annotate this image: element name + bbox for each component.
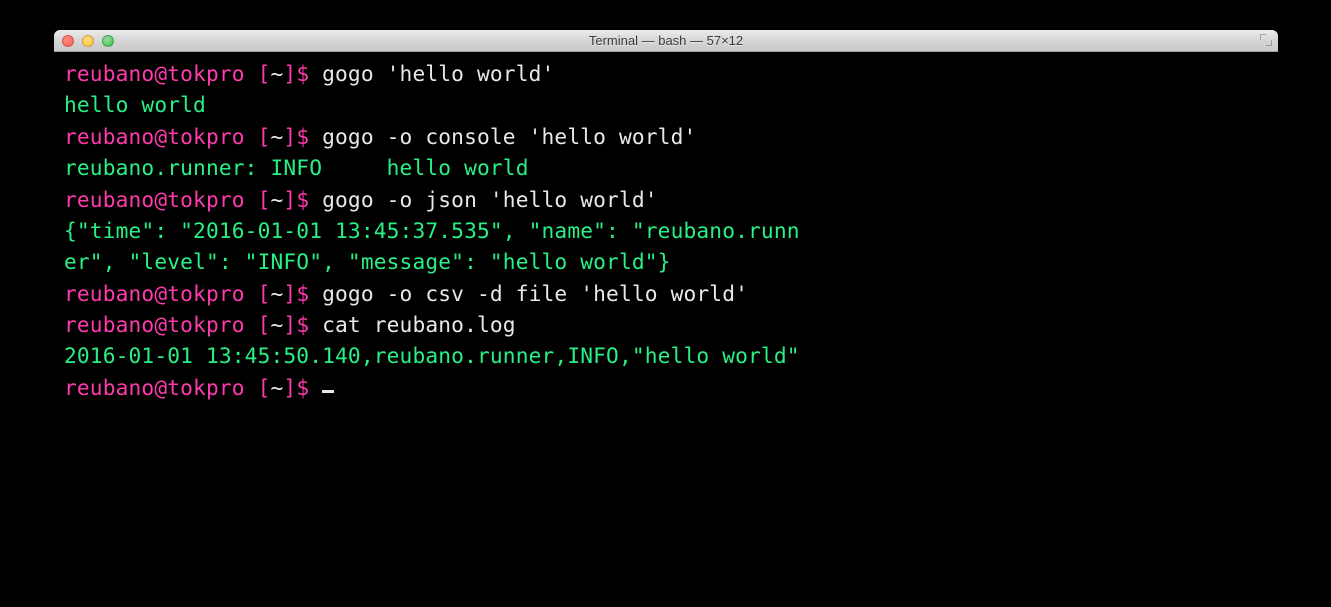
prompt-host: tokpro bbox=[167, 61, 244, 86]
minimize-icon[interactable] bbox=[82, 35, 94, 47]
prompt-symbol: $ bbox=[296, 124, 322, 149]
prompt-symbol: $ bbox=[296, 281, 322, 306]
cursor-icon bbox=[322, 390, 334, 393]
prompt-user: reubano bbox=[64, 281, 154, 306]
output-text: er", "level": "INFO", "message": "hello … bbox=[64, 249, 671, 274]
prompt-symbol: $ bbox=[296, 61, 322, 86]
zoom-icon[interactable] bbox=[102, 35, 114, 47]
prompt-user: reubano bbox=[64, 312, 154, 337]
prompt-path: ~ bbox=[271, 61, 284, 86]
prompt-bracket-close: ] bbox=[283, 281, 296, 306]
output-text: {"time": "2016-01-01 13:45:37.535", "nam… bbox=[64, 218, 800, 243]
prompt-at: @ bbox=[154, 375, 167, 400]
prompt-user: reubano bbox=[64, 375, 154, 400]
output-text: 2016-01-01 13:45:50.140,reubano.runner,I… bbox=[64, 343, 800, 368]
prompt-host: tokpro bbox=[167, 375, 244, 400]
prompt-bracket-close: ] bbox=[283, 312, 296, 337]
prompt-path: ~ bbox=[271, 124, 284, 149]
prompt-bracket-close: ] bbox=[283, 61, 296, 86]
prompt-host: tokpro bbox=[167, 187, 244, 212]
prompt-host: tokpro bbox=[167, 312, 244, 337]
prompt-bracket-close: ] bbox=[283, 375, 296, 400]
prompt-bracket-open: [ bbox=[245, 124, 271, 149]
command-text: gogo 'hello world' bbox=[322, 61, 554, 86]
command-text: cat reubano.log bbox=[322, 312, 516, 337]
prompt-bracket-close: ] bbox=[283, 124, 296, 149]
prompt-bracket-open: [ bbox=[245, 61, 271, 86]
prompt-at: @ bbox=[154, 187, 167, 212]
prompt-path: ~ bbox=[271, 312, 284, 337]
terminal-window: Terminal — bash — 57×12 reubano@tokpro [… bbox=[54, 30, 1278, 483]
command-text: gogo -o json 'hello world' bbox=[322, 187, 658, 212]
prompt-host: tokpro bbox=[167, 124, 244, 149]
prompt-user: reubano bbox=[64, 187, 154, 212]
titlebar[interactable]: Terminal — bash — 57×12 bbox=[54, 30, 1278, 52]
fullscreen-icon[interactable] bbox=[1260, 34, 1272, 46]
command-text: gogo -o csv -d file 'hello world' bbox=[322, 281, 748, 306]
prompt-bracket-close: ] bbox=[283, 187, 296, 212]
prompt-at: @ bbox=[154, 61, 167, 86]
terminal-body[interactable]: reubano@tokpro [~]$ gogo 'hello world' h… bbox=[54, 52, 1278, 483]
prompt-symbol: $ bbox=[296, 187, 322, 212]
prompt-path: ~ bbox=[271, 375, 284, 400]
prompt-bracket-open: [ bbox=[245, 187, 271, 212]
prompt-at: @ bbox=[154, 312, 167, 337]
prompt-bracket-open: [ bbox=[245, 312, 271, 337]
traffic-lights bbox=[62, 35, 114, 47]
prompt-path: ~ bbox=[271, 187, 284, 212]
prompt-symbol: $ bbox=[296, 312, 322, 337]
output-text: hello world bbox=[64, 92, 206, 117]
prompt-path: ~ bbox=[271, 281, 284, 306]
prompt-at: @ bbox=[154, 281, 167, 306]
prompt-user: reubano bbox=[64, 124, 154, 149]
prompt-bracket-open: [ bbox=[245, 281, 271, 306]
window-title: Terminal — bash — 57×12 bbox=[589, 33, 743, 48]
prompt-bracket-open: [ bbox=[245, 375, 271, 400]
output-text: reubano.runner: INFO hello world bbox=[64, 155, 529, 180]
close-icon[interactable] bbox=[62, 35, 74, 47]
prompt-symbol: $ bbox=[296, 375, 322, 400]
prompt-at: @ bbox=[154, 124, 167, 149]
prompt-user: reubano bbox=[64, 61, 154, 86]
command-text: gogo -o console 'hello world' bbox=[322, 124, 696, 149]
prompt-host: tokpro bbox=[167, 281, 244, 306]
